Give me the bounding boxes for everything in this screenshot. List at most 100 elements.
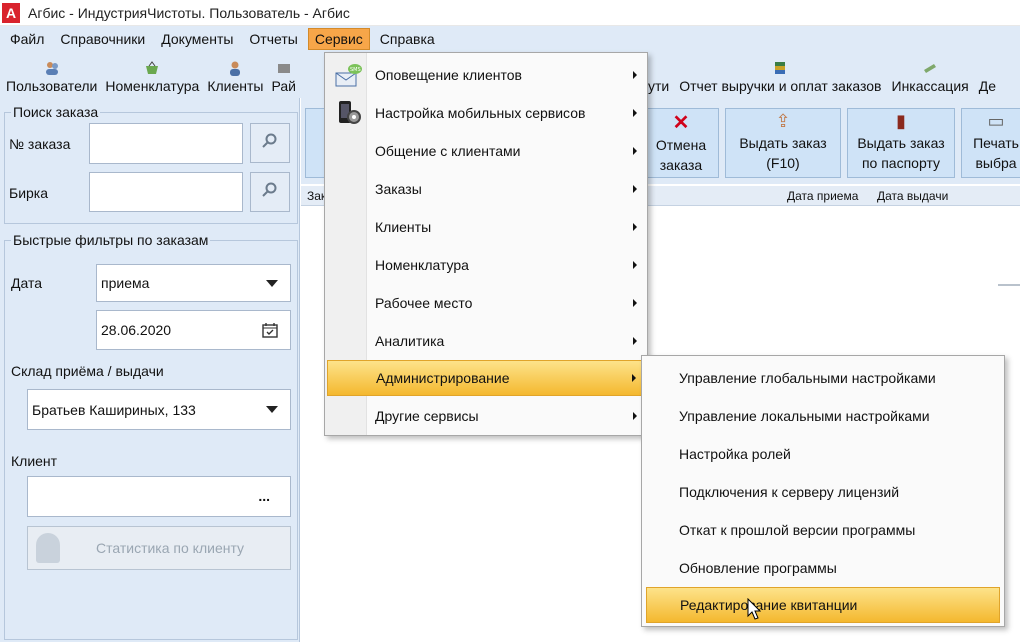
menu-item-clients[interactable]: Клиенты bbox=[327, 209, 645, 245]
print-selected-label-1: Печать bbox=[973, 135, 1019, 151]
chevron-down-icon bbox=[266, 406, 278, 413]
toolbar-users-button[interactable]: Пользователи bbox=[6, 60, 97, 94]
chevron-right-icon bbox=[633, 109, 637, 117]
menu-item-mobile-services[interactable]: Настройка мобильных сервисов bbox=[327, 95, 645, 131]
issue-order-button[interactable]: ⇪ Выдать заказ (F10) bbox=[725, 108, 841, 178]
menu-item-label: Аналитика bbox=[375, 333, 445, 349]
menu-bar: Файл Справочники Документы Отчеты Сервис… bbox=[0, 26, 1020, 52]
chevron-right-icon bbox=[632, 374, 636, 382]
chevron-right-icon bbox=[633, 261, 637, 269]
submenu-global-settings[interactable]: Управление глобальными настройками bbox=[646, 360, 1000, 396]
client-label: Клиент bbox=[11, 453, 58, 469]
toolbar-collection-button[interactable]: Инкассация bbox=[892, 60, 969, 94]
chevron-right-icon bbox=[633, 299, 637, 307]
toolbar-clients-button[interactable]: Клиенты bbox=[207, 60, 263, 94]
date-label: Дата bbox=[11, 275, 43, 291]
menu-item-analytics[interactable]: Аналитика bbox=[327, 323, 645, 359]
submenu-roles[interactable]: Настройка ролей bbox=[646, 436, 1000, 472]
toolbar-more-button[interactable]: Де bbox=[979, 60, 996, 94]
window-title: Агбис - ИндустрияЧистоты. Пользователь -… bbox=[28, 4, 350, 21]
toolbar-nomenclature-label: Номенклатура bbox=[105, 78, 200, 94]
menu-service[interactable]: Сервис bbox=[307, 28, 370, 50]
menu-item-label: Клиенты bbox=[375, 219, 432, 235]
chevron-right-icon bbox=[633, 185, 637, 193]
sms-mail-icon: SMS bbox=[335, 61, 363, 89]
menu-item-label: Настройка мобильных сервисов bbox=[375, 105, 586, 121]
svg-text:SMS: SMS bbox=[350, 67, 361, 73]
column-received-date[interactable]: Дата приема bbox=[787, 189, 858, 203]
client-input[interactable]: ... bbox=[27, 476, 291, 517]
submenu-update[interactable]: Обновление программы bbox=[646, 550, 1000, 586]
administration-submenu: Управление глобальными настройками Управ… bbox=[641, 355, 1005, 627]
printer-icon: ▭ bbox=[987, 111, 1005, 131]
submenu-local-settings[interactable]: Управление локальными настройками bbox=[646, 398, 1000, 434]
money-icon bbox=[922, 60, 938, 76]
toolbar-more-label: Де bbox=[978, 78, 996, 94]
chevron-down-icon bbox=[266, 279, 278, 287]
close-icon: ✕ bbox=[672, 112, 690, 134]
menu-item-administration[interactable]: Администрирование bbox=[327, 360, 645, 396]
tag-input[interactable] bbox=[89, 172, 243, 212]
passport-icon: ▮ bbox=[896, 111, 906, 131]
order-search-button[interactable] bbox=[250, 123, 290, 163]
date-picker[interactable]: 28.06.2020 bbox=[96, 310, 291, 350]
calendar-icon[interactable] bbox=[262, 322, 278, 341]
quick-filters-title: Быстрые фильтры по заказам bbox=[11, 232, 211, 248]
service-menu: SMS Оповещение клиентов Настройка мобиль… bbox=[324, 52, 648, 436]
search-icon bbox=[261, 132, 279, 155]
menu-file[interactable]: Файл bbox=[4, 29, 50, 49]
warehouse-label: Склад приёма / выдачи bbox=[11, 363, 164, 379]
cancel-order-label-1: Отмена bbox=[655, 137, 707, 153]
tag-search-button[interactable] bbox=[250, 172, 290, 212]
chevron-right-icon bbox=[633, 71, 637, 79]
warehouse-value: Братьев Кашириных, 133 bbox=[32, 401, 196, 418]
menu-item-label: Администрирование bbox=[376, 370, 510, 386]
tag-label: Бирка bbox=[9, 185, 49, 201]
menu-references[interactable]: Справочники bbox=[54, 29, 151, 49]
menu-documents[interactable]: Документы bbox=[155, 29, 239, 49]
toolbar-routes-button[interactable]: Рай bbox=[271, 60, 296, 94]
toolbar-routes-fragment-label: ути bbox=[648, 78, 670, 94]
menu-item-label: Заказы bbox=[375, 181, 422, 197]
submenu-edit-receipt[interactable]: Редактирование квитанции bbox=[646, 587, 1000, 623]
toolbar-nomenclature-button[interactable]: Номенклатура bbox=[105, 60, 199, 94]
print-selected-button[interactable]: ▭ Печать выбра bbox=[961, 108, 1020, 178]
menu-item-label: Другие сервисы bbox=[375, 408, 479, 424]
menu-reports[interactable]: Отчеты bbox=[243, 29, 303, 49]
submenu-rollback[interactable]: Откат к прошлой версии программы bbox=[646, 512, 1000, 548]
menu-item-orders[interactable]: Заказы bbox=[327, 171, 645, 207]
menu-item-label: Номенклатура bbox=[375, 257, 469, 273]
client-icon bbox=[227, 60, 243, 76]
date-type-select[interactable]: приема bbox=[96, 264, 291, 302]
print-selected-label-2: выбра bbox=[975, 155, 1017, 171]
column-issue-date[interactable]: Дата выдачи bbox=[877, 189, 948, 203]
toolbar-routes-fragment[interactable]: ути bbox=[648, 60, 669, 94]
menu-help[interactable]: Справка bbox=[374, 29, 441, 49]
search-icon bbox=[261, 181, 279, 204]
menu-item-workplace[interactable]: Рабочее место bbox=[327, 285, 645, 321]
submenu-license-server[interactable]: Подключения к серверу лицензий bbox=[646, 474, 1000, 510]
menu-item-label: Оповещение клиентов bbox=[375, 67, 522, 83]
menu-item-client-notifications[interactable]: SMS Оповещение клиентов bbox=[327, 57, 645, 93]
warehouse-select[interactable]: Братьев Кашириных, 133 bbox=[27, 389, 291, 430]
issue-by-passport-button[interactable]: ▮ Выдать заказ по паспорту bbox=[847, 108, 955, 178]
route-icon bbox=[276, 60, 292, 76]
more-icon bbox=[979, 60, 995, 76]
order-number-input[interactable] bbox=[89, 123, 243, 164]
menu-item-other-services[interactable]: Другие сервисы bbox=[327, 398, 645, 434]
toolbar-routes-label: Рай bbox=[271, 78, 296, 94]
menu-item-client-communication[interactable]: Общение с клиентами bbox=[327, 133, 645, 169]
client-browse-button[interactable]: ... bbox=[258, 488, 270, 504]
menu-item-label: Общение с клиентами bbox=[375, 143, 521, 159]
client-stats-label: Статистика по клиенту bbox=[96, 540, 245, 556]
toolbar-revenue-report-button[interactable]: Отчет выручки и оплат заказов bbox=[679, 60, 882, 94]
menu-item-nomenclature[interactable]: Номенклатура bbox=[327, 247, 645, 283]
client-avatar-icon bbox=[36, 533, 60, 563]
issue-by-passport-label-2: по паспорту bbox=[861, 155, 941, 171]
chevron-right-icon bbox=[633, 337, 637, 345]
toolbar-clients-label: Клиенты bbox=[207, 78, 264, 94]
client-stats-button[interactable]: Статистика по клиенту bbox=[27, 526, 291, 570]
issue-order-icon: ⇪ bbox=[775, 111, 791, 131]
chevron-right-icon bbox=[633, 147, 637, 155]
report-icon bbox=[772, 60, 788, 76]
